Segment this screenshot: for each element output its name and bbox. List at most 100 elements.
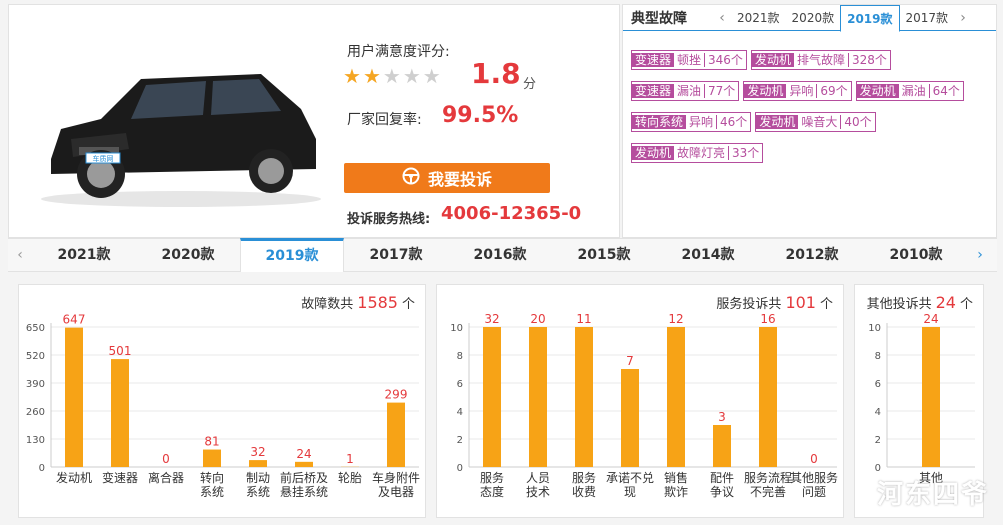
x-tick-label: 转向 xyxy=(200,470,224,485)
bar-value-label: 24 xyxy=(296,447,311,461)
y-tick-label: 0 xyxy=(39,463,45,474)
chevron-left-icon[interactable]: ‹ xyxy=(713,10,731,26)
year-tab-2017[interactable]: 2017款 xyxy=(344,238,448,272)
bar xyxy=(249,460,267,467)
y-tick-label: 0 xyxy=(875,463,881,474)
bar xyxy=(759,327,777,467)
year-tab-2015[interactable]: 2015款 xyxy=(552,238,656,272)
fault-tag[interactable]: 发动机 噪音大 40个 xyxy=(755,112,876,132)
bar-value-label: 0 xyxy=(162,452,170,466)
fault-tag-component: 转向系统 xyxy=(632,115,687,129)
steering-wheel-icon xyxy=(402,167,420,189)
star-filled-icon: ★ xyxy=(343,64,361,88)
x-tick-label: 其他服务 xyxy=(790,470,838,485)
bar-value-label: 7 xyxy=(626,354,634,368)
fault-tag-count: 69个 xyxy=(816,84,851,98)
x-tick-label: 离合器 xyxy=(148,470,184,485)
complain-button[interactable]: 我要投诉 xyxy=(344,163,550,193)
star-empty-icon: ★ xyxy=(382,64,401,88)
x-tick-label: 现 xyxy=(624,485,636,499)
fault-tag[interactable]: 变速器 漏油 77个 xyxy=(631,81,740,101)
y-tick-label: 10 xyxy=(450,323,463,334)
car-badge: 车质网 xyxy=(93,154,114,163)
fault-tab-2017[interactable]: 2017款 xyxy=(900,5,955,31)
year-tab-2016[interactable]: 2016款 xyxy=(448,238,552,272)
watermark-text: 河东四爷 xyxy=(876,480,989,510)
y-tick-label: 2 xyxy=(457,435,463,446)
chevron-right-icon[interactable]: › xyxy=(954,10,972,26)
y-tick-label: 4 xyxy=(457,407,463,418)
typical-faults-title: 典型故障 xyxy=(631,10,687,27)
bar xyxy=(203,449,221,467)
x-tick-label: 发动机 xyxy=(56,470,92,485)
fault-tab-2021[interactable]: 2021款 xyxy=(731,5,786,31)
fault-tag[interactable]: 变速器 顿挫 346个 xyxy=(631,50,747,70)
y-tick-label: 4 xyxy=(875,407,881,418)
fault-tag-desc: 顿挫 xyxy=(677,53,702,67)
fault-tag-desc: 异响 xyxy=(689,115,714,129)
y-tick-label: 0 xyxy=(457,463,463,474)
y-tick-label: 130 xyxy=(26,435,45,446)
year-tab-2010[interactable]: 2010款 xyxy=(864,238,968,272)
bar-value-label: 32 xyxy=(484,312,499,326)
bar xyxy=(483,327,501,467)
fault-tab-2020[interactable]: 2020款 xyxy=(786,5,841,31)
bar xyxy=(713,425,731,467)
fault-tag[interactable]: 发动机 故障灯亮 33个 xyxy=(631,143,764,163)
fault-tag-count: 46个 xyxy=(716,115,751,129)
fault-tag-desc: 排气故障 xyxy=(796,53,845,67)
service-complaint-total: 101 xyxy=(785,293,816,312)
fault-tag-desc: 噪音大 xyxy=(801,115,838,129)
x-tick-label: 系统 xyxy=(200,485,224,499)
fault-tag-desc: 故障灯亮 xyxy=(677,146,726,160)
hotline-label: 投诉服务热线: xyxy=(347,212,431,227)
other-complaint-label: 其他投诉共 xyxy=(866,297,932,312)
x-tick-label: 前后桥及 xyxy=(280,470,328,485)
bar xyxy=(65,327,83,467)
chevron-right-icon[interactable]: › xyxy=(968,247,992,263)
bar-value-label: 0 xyxy=(810,452,818,466)
rating-label: 用户满意度评分: xyxy=(347,44,450,60)
year-tab-2020[interactable]: 2020款 xyxy=(136,238,240,272)
chevron-left-icon[interactable]: ‹ xyxy=(8,247,32,263)
x-tick-label: 悬挂系统 xyxy=(280,485,328,499)
x-tick-label: 欺诈 xyxy=(664,485,688,499)
fault-count-header: 故障数共 1585 个 xyxy=(301,293,415,312)
x-tick-label: 承诺不兑 xyxy=(606,471,654,485)
fault-tag[interactable]: 转向系统 异响 46个 xyxy=(631,112,752,132)
x-tick-label: 销售 xyxy=(664,470,688,485)
y-tick-label: 8 xyxy=(457,351,463,362)
product-summary-panel: 车质网 用户满意度评分: ★ ★ ★ ★ ★ 1.8 分 厂家回复率: 99.5% 我要… xyxy=(8,4,620,238)
fault-tab-2019[interactable]: 2019款 xyxy=(840,4,900,32)
service-complaint-label: 服务投诉共 xyxy=(716,297,782,312)
bar-value-label: 11 xyxy=(576,312,591,326)
fault-tag-count: 64个 xyxy=(928,84,963,98)
fault-tag-component: 变速器 xyxy=(632,53,675,67)
x-tick-label: 不完善 xyxy=(750,484,786,499)
bar xyxy=(111,359,129,467)
x-tick-label: 及电器 xyxy=(378,485,414,499)
fault-tag-component: 发动机 xyxy=(632,146,675,160)
bar-value-label: 32 xyxy=(250,445,265,459)
year-tab-2012[interactable]: 2012款 xyxy=(760,238,864,272)
bar xyxy=(621,369,639,467)
x-tick-label: 收费 xyxy=(572,485,596,499)
fault-tag[interactable]: 发动机 漏油 64个 xyxy=(855,81,964,101)
fault-count-total: 1585 xyxy=(357,293,398,312)
other-complaint-total: 24 xyxy=(935,293,956,312)
y-tick-label: 260 xyxy=(26,407,45,418)
x-tick-label: 服务 xyxy=(480,470,504,485)
y-tick-label: 520 xyxy=(26,351,45,362)
bar-value-label: 16 xyxy=(760,312,775,326)
bar xyxy=(529,327,547,467)
fault-tag[interactable]: 发动机 排气故障 328个 xyxy=(750,50,891,70)
year-tab-2021[interactable]: 2021款 xyxy=(32,238,136,272)
rating-stars: ★ ★ ★ ★ ★ xyxy=(343,65,441,87)
year-tab-2014[interactable]: 2014款 xyxy=(656,238,760,272)
fault-tag[interactable]: 发动机 异响 69个 xyxy=(743,81,852,101)
fault-count-panel: 故障数共 1585 个 0 130 260 390 520 650 647 发动机 501 变速器 0 离… xyxy=(18,284,426,518)
year-tab-2019[interactable]: 2019款 xyxy=(240,238,344,272)
star-empty-icon: ★ xyxy=(402,64,421,88)
y-tick-label: 8 xyxy=(875,351,881,362)
y-tick-label: 650 xyxy=(26,323,45,334)
